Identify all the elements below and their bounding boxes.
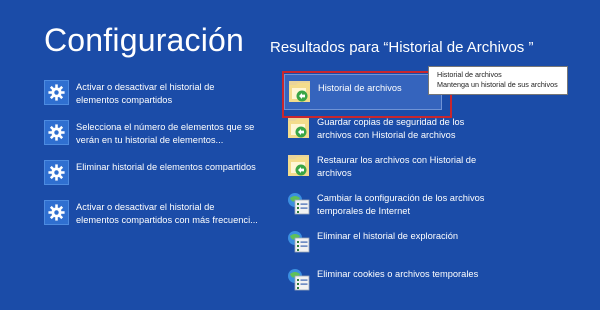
tooltip: Historial de archivos Mantenga un histor… bbox=[428, 66, 568, 95]
settings-result-line: Activar o desactivar el historial de bbox=[76, 82, 215, 92]
control-panel-result-item[interactable]: Cambiar la configuración de los archivos… bbox=[282, 186, 484, 224]
result-line: temporales de Internet bbox=[317, 206, 411, 216]
result-label: Eliminar el historial de exploración bbox=[317, 230, 458, 243]
gear-icon bbox=[44, 80, 69, 105]
control-panel-results-list: Historial de archivos Guardar copias de … bbox=[282, 74, 484, 300]
settings-result-line: elementos compartidos bbox=[76, 95, 173, 105]
result-label: Restaurar los archivos con Historial de … bbox=[317, 154, 476, 180]
result-label: Cambiar la configuración de los archivos… bbox=[317, 192, 484, 218]
result-line: Eliminar el historial de exploración bbox=[317, 231, 459, 241]
settings-result-label: Eliminar historial de elementos comparti… bbox=[76, 161, 266, 174]
result-label: Historial de archivos bbox=[318, 82, 402, 95]
result-line: Cambiar la configuración de los archivos bbox=[317, 193, 485, 203]
settings-result-line: elementos compartidos con más frecuenci.… bbox=[76, 215, 258, 225]
file-history-icon bbox=[286, 115, 311, 140]
tooltip-description: Mantenga un historial de sus archivos bbox=[437, 79, 558, 89]
internet-options-icon bbox=[286, 191, 311, 216]
gear-icon bbox=[44, 120, 69, 145]
file-history-icon bbox=[287, 79, 312, 104]
control-panel-result-item[interactable]: Guardar copias de seguridad de los archi… bbox=[282, 110, 464, 148]
result-line: Guardar copias de seguridad de los bbox=[317, 117, 465, 127]
result-line: Restaurar los archivos con Historial de bbox=[317, 155, 477, 165]
settings-result-line: Eliminar historial de elementos comparti… bbox=[76, 162, 256, 172]
control-panel-result-item[interactable]: Eliminar cookies o archivos temporales bbox=[282, 262, 478, 300]
settings-result-item[interactable]: Activar o desactivar el historial de ele… bbox=[44, 200, 266, 237]
internet-options-icon bbox=[286, 229, 311, 254]
gear-icon bbox=[44, 160, 69, 185]
results-label: Resultados para “Historial de Archivos ” bbox=[270, 39, 534, 56]
result-label: Eliminar cookies o archivos temporales bbox=[317, 268, 478, 281]
settings-result-item[interactable]: Eliminar historial de elementos comparti… bbox=[44, 160, 266, 197]
tooltip-title: Historial de archivos bbox=[437, 70, 502, 79]
result-line: Historial de archivos bbox=[318, 83, 402, 93]
result-label: Guardar copias de seguridad de los archi… bbox=[317, 116, 464, 142]
settings-result-label: Selecciona el número de elementos que se… bbox=[76, 121, 266, 147]
settings-result-line: Selecciona el número de elementos que se bbox=[76, 122, 255, 132]
settings-result-line: Activar o desactivar el historial de bbox=[76, 202, 215, 212]
settings-results-list: Activar o desactivar el historial de ele… bbox=[44, 80, 266, 240]
settings-result-line: verán en tu historial de elementos... bbox=[76, 135, 224, 145]
control-panel-result-item[interactable]: Eliminar el historial de exploración bbox=[282, 224, 462, 262]
settings-result-label: Activar o desactivar el historial de ele… bbox=[76, 81, 266, 107]
result-line: archivos con Historial de archivos bbox=[317, 130, 456, 140]
settings-result-label: Activar o desactivar el historial de ele… bbox=[76, 201, 266, 227]
internet-options-icon bbox=[286, 267, 311, 292]
settings-result-item[interactable]: Activar o desactivar el historial de ele… bbox=[44, 80, 266, 117]
page-title: Configuración bbox=[44, 22, 245, 58]
control-panel-result-file-history[interactable]: Historial de archivos bbox=[284, 74, 442, 110]
control-panel-result-item[interactable]: Restaurar los archivos con Historial de … bbox=[282, 148, 476, 186]
gear-icon bbox=[44, 200, 69, 225]
result-line: archivos bbox=[317, 168, 352, 178]
file-history-icon bbox=[286, 153, 311, 178]
result-line: Eliminar cookies o archivos temporales bbox=[317, 269, 479, 279]
settings-result-item[interactable]: Selecciona el número de elementos que se… bbox=[44, 120, 266, 157]
